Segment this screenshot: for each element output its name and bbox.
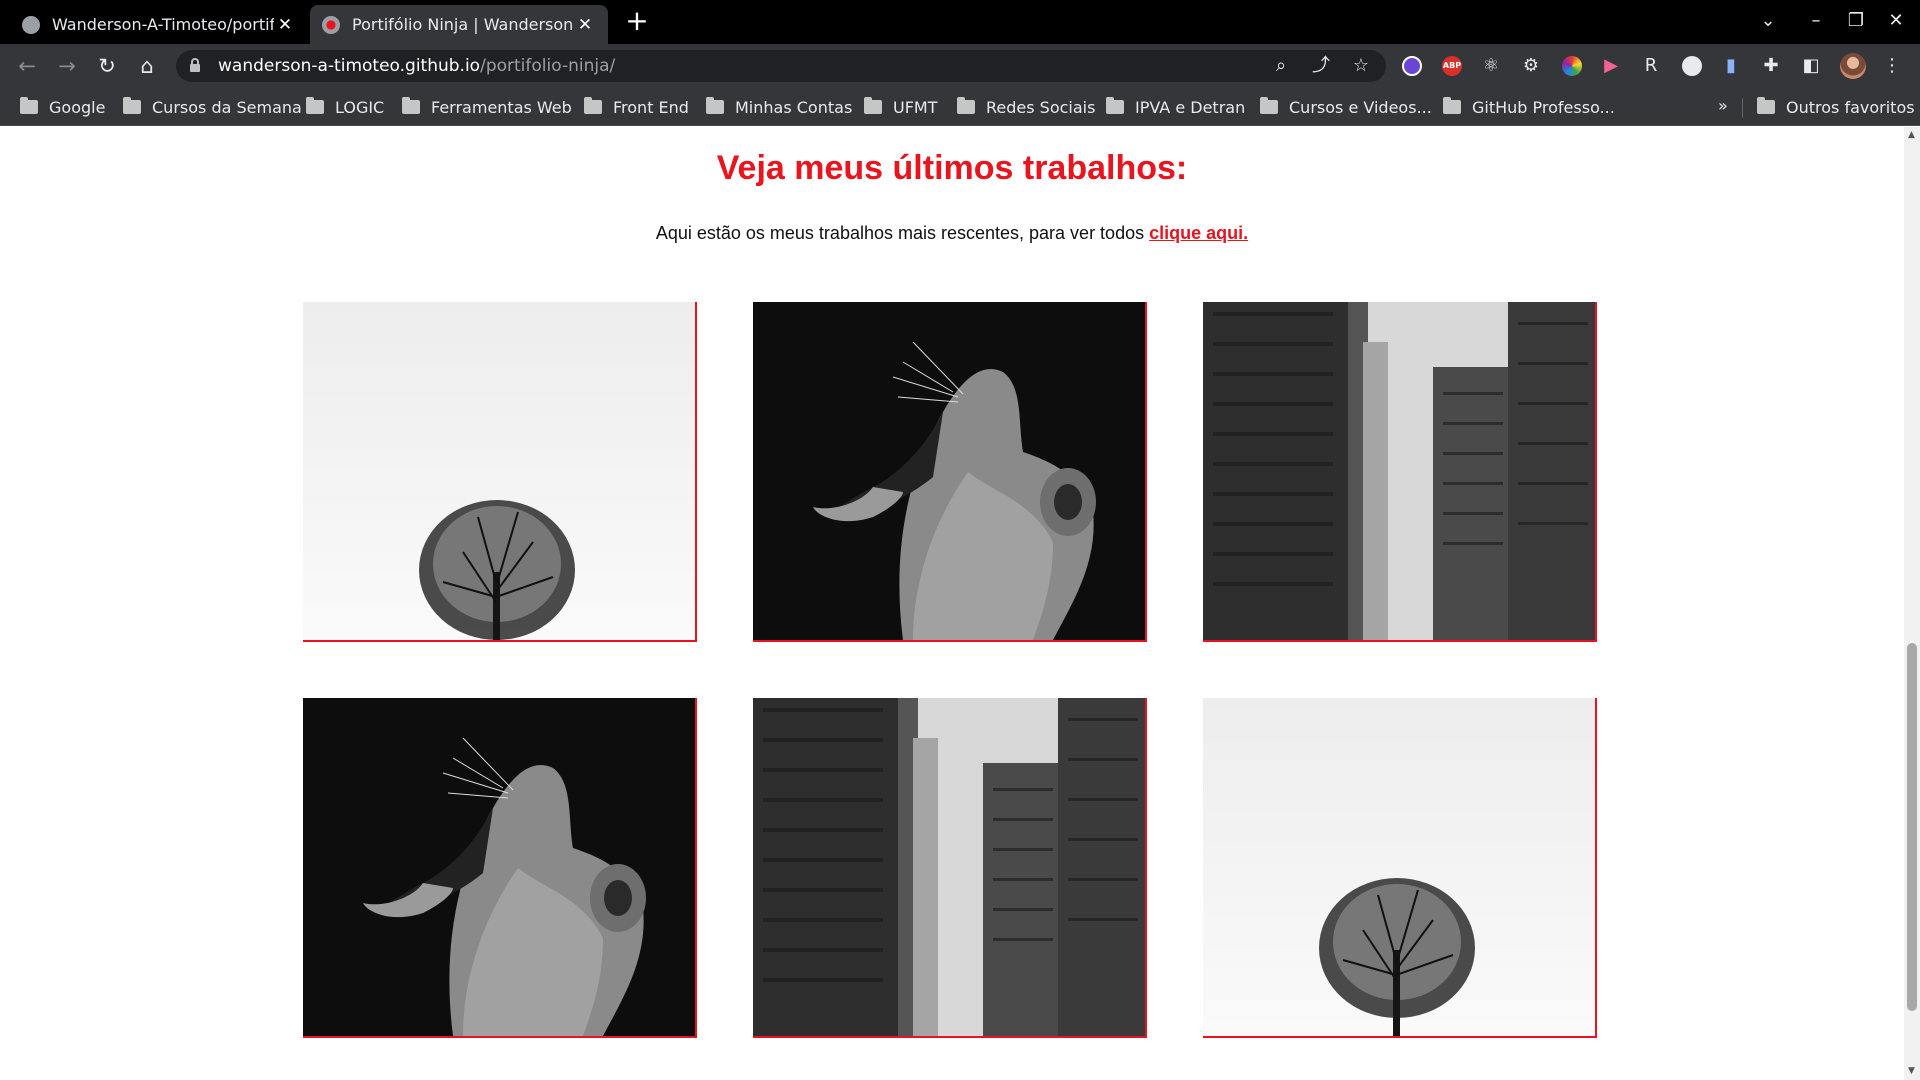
folder-icon (402, 97, 420, 114)
subtitle-text: Aqui estão os meus trabalhos mais rescen… (655, 223, 1150, 243)
folder-icon (123, 97, 141, 114)
bookmark-folder[interactable]: Cursos e Videos... (1260, 96, 1432, 118)
rd-extension-icon[interactable]: R (1639, 54, 1663, 78)
section-subtitle: Aqui estão os meus trabalhos mais rescen… (0, 223, 1904, 244)
folder-icon (1106, 97, 1124, 114)
circle-extension-icon[interactable] (1682, 56, 1702, 76)
settings-gear-icon[interactable]: ⚙ (1519, 54, 1543, 78)
bookmark-folder[interactable]: IPVA e Detran (1106, 96, 1245, 118)
url-text[interactable]: wanderson-a-timoteo.github.io/portifolio… (218, 56, 615, 76)
tab-title: Wanderson-A-Timoteo/portifo (52, 15, 274, 34)
tab-title: Portifólio Ninja | Wanderson T (352, 15, 574, 34)
portfolio-item-lioness[interactable] (303, 698, 697, 1038)
tree-photo (303, 302, 695, 640)
bookmark-folder[interactable]: Cursos da Semana (123, 96, 302, 118)
tab-portfolio[interactable]: Portifólio Ninja | Wanderson T ✕ (310, 5, 608, 44)
folder-icon (864, 97, 882, 114)
new-tab-button[interactable]: + (622, 6, 652, 36)
menu-kebab-icon[interactable]: ⋮ (1880, 54, 1904, 78)
close-icon[interactable]: ✕ (574, 15, 596, 35)
bookmark-folder[interactable]: GitHub Professo... (1443, 96, 1615, 118)
scroll-up-arrow[interactable]: ▲ (1908, 131, 1916, 140)
lioness-photo (303, 698, 695, 1036)
avatar[interactable] (1840, 53, 1866, 79)
bookmarks-overflow-button[interactable]: » (1718, 96, 1728, 115)
react-devtools-icon[interactable]: ⚛ (1479, 54, 1503, 78)
city-buildings-photo (1203, 302, 1595, 640)
scrollbar-thumb[interactable] (1907, 643, 1917, 1011)
extension-block-icon[interactable] (1402, 56, 1422, 76)
bookmarks-bar: Google Cursos da Semana LOGIC Ferramenta… (0, 88, 1920, 126)
puzzle-extensions-icon[interactable]: ✚ (1759, 54, 1783, 78)
tree-photo (1203, 698, 1595, 1036)
restore-button[interactable]: ❐ (1839, 8, 1873, 34)
folder-icon (306, 97, 324, 114)
reload-button[interactable]: ↻ (93, 52, 121, 80)
bookmarks-divider (1742, 98, 1743, 118)
page-content: Veja meus últimos trabalhos: Aqui estão … (0, 127, 1904, 1080)
folder-icon (1443, 97, 1461, 114)
folder-icon (1757, 97, 1775, 114)
bookmark-folder[interactable]: Google (20, 96, 105, 118)
side-panel-icon[interactable]: ◧ (1799, 54, 1823, 78)
portfolio-item-city[interactable] (1203, 302, 1597, 642)
bookmark-folder[interactable]: Redes Sociais (957, 96, 1095, 118)
folder-icon (20, 97, 38, 114)
home-icon[interactable]: ⌂ (133, 52, 161, 80)
close-window-button[interactable]: ✕ (1879, 8, 1913, 34)
page-scrollbar[interactable]: ▲ ▼ (1904, 127, 1920, 1080)
city-buildings-photo (753, 698, 1145, 1036)
bookmark-folder[interactable]: Minhas Contas (706, 96, 852, 118)
portfolio-item-city[interactable] (753, 698, 1147, 1038)
bookmark-folder[interactable]: LOGIC (306, 96, 384, 118)
lioness-photo (753, 302, 1145, 640)
folder-icon (1260, 97, 1278, 114)
scroll-down-arrow[interactable]: ▼ (1908, 1067, 1916, 1076)
minimize-button[interactable]: – (1799, 8, 1833, 34)
bookmark-folder[interactable]: Ferramentas Web (402, 96, 572, 118)
see-all-link[interactable]: clique aqui. (1149, 223, 1248, 243)
other-bookmarks-folder[interactable]: Outros favoritos (1757, 96, 1915, 118)
url-host: wanderson-a-timoteo.github.io (218, 56, 481, 76)
lock-icon[interactable] (190, 58, 200, 72)
back-button[interactable]: ← (13, 52, 41, 80)
close-icon[interactable]: ✕ (274, 15, 296, 35)
ninja-icon (322, 15, 340, 34)
adblock-plus-icon[interactable]: ABP (1442, 56, 1462, 76)
recorder-icon[interactable]: ▶ (1599, 54, 1623, 78)
portfolio-item-tree[interactable] (1203, 698, 1597, 1038)
portfolio-item-tree[interactable] (303, 302, 697, 642)
bookmark-folder[interactable]: Front End (584, 96, 689, 118)
bookmark-folder[interactable]: UFMT (864, 96, 938, 118)
tab-strip: Wanderson-A-Timoteo/portifo ✕ Portifólio… (0, 0, 1920, 44)
section-heading: Veja meus últimos trabalhos: (716, 149, 1188, 187)
address-bar[interactable]: wanderson-a-timoteo.github.io/portifolio… (176, 50, 1386, 82)
tab-search-icon[interactable]: ⌄ (1751, 8, 1785, 34)
forward-button[interactable]: → (53, 52, 81, 80)
tab-github[interactable]: Wanderson-A-Timoteo/portifo ✕ (10, 5, 308, 44)
docs-extension-icon[interactable]: ▮ (1719, 54, 1743, 78)
zoom-icon[interactable]: ⌕ (1269, 54, 1293, 78)
folder-icon (584, 97, 602, 114)
bookmark-star-icon[interactable]: ☆ (1349, 54, 1373, 78)
url-path: /portifolio-ninja/ (480, 56, 616, 76)
color-picker-icon[interactable] (1562, 56, 1582, 76)
portfolio-item-lioness[interactable] (753, 302, 1147, 642)
folder-icon (706, 97, 724, 114)
folder-icon (957, 97, 975, 114)
github-icon (22, 15, 40, 34)
toolbar: ← → ↻ ⌂ wanderson-a-timoteo.github.io/po… (0, 44, 1920, 88)
share-icon[interactable]: ⤴ (1309, 54, 1333, 78)
